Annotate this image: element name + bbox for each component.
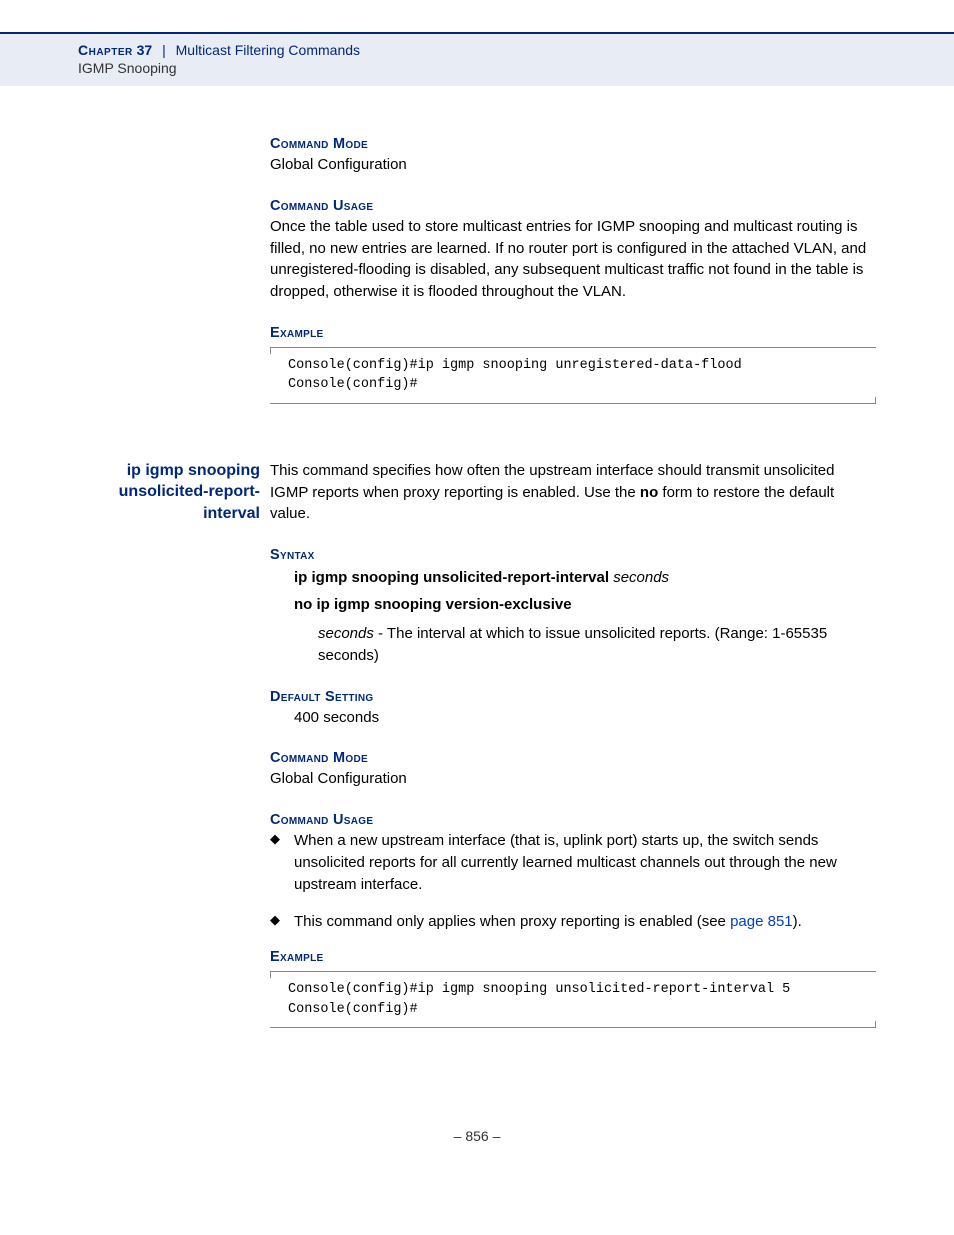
default-setting-heading: Default Setting bbox=[270, 689, 876, 705]
bullet2-a: This command only applies when proxy rep… bbox=[294, 913, 730, 930]
command-mode-text: Global Configuration bbox=[270, 154, 876, 176]
code-example: Console(config)#ip igmp snooping unregis… bbox=[270, 347, 876, 404]
syntax-cmd: ip igmp snooping unsolicited-report-inte… bbox=[294, 569, 613, 586]
syntax-heading: Syntax bbox=[270, 547, 876, 563]
chapter-title: Multicast Filtering Commands bbox=[176, 42, 360, 58]
code-example-2: Console(config)#ip igmp snooping unsolic… bbox=[270, 971, 876, 1028]
command-mode-text-2: Global Configuration bbox=[270, 768, 876, 790]
command-mode-heading: Command Mode bbox=[270, 136, 876, 152]
chapter-line: Chapter 37 | Multicast Filtering Command… bbox=[78, 42, 954, 58]
command-intro: This command specifies how often the ups… bbox=[270, 460, 876, 525]
syntax-line-2: no ip igmp snooping version-exclusive bbox=[294, 596, 876, 613]
param-desc: - The interval at which to issue unsolic… bbox=[318, 625, 827, 664]
page-header: Chapter 37 | Multicast Filtering Command… bbox=[0, 32, 954, 86]
intro-no-keyword: no bbox=[640, 484, 658, 501]
command-name-heading: ip igmp snooping unsolicited-report-inte… bbox=[78, 460, 260, 525]
chapter-number: 37 bbox=[137, 42, 153, 58]
command-usage-text: Once the table used to store multicast e… bbox=[270, 216, 876, 303]
bullet2-b: ). bbox=[793, 913, 802, 930]
syntax-line-1: ip igmp snooping unsolicited-report-inte… bbox=[294, 569, 876, 586]
bullet-icon: ◆ bbox=[270, 830, 294, 895]
usage-bullet-1: ◆ When a new upstream interface (that is… bbox=[270, 830, 876, 895]
chapter-separator: | bbox=[162, 42, 166, 58]
usage-bullet-2: ◆ This command only applies when proxy r… bbox=[270, 911, 876, 933]
code-line: Console(config)# bbox=[288, 1000, 876, 1020]
param-name: seconds bbox=[318, 625, 374, 642]
page-link[interactable]: page 851 bbox=[730, 913, 793, 930]
page-footer: – 856 – bbox=[0, 1128, 954, 1164]
example-heading: Example bbox=[270, 325, 876, 341]
code-line: Console(config)#ip igmp snooping unregis… bbox=[288, 356, 876, 376]
default-setting-text: 400 seconds bbox=[294, 707, 876, 729]
example-heading-2: Example bbox=[270, 949, 876, 965]
code-line: Console(config)#ip igmp snooping unsolic… bbox=[288, 980, 876, 1000]
code-line: Console(config)# bbox=[288, 375, 876, 395]
syntax-param: seconds bbox=[613, 569, 669, 586]
command-usage-heading: Command Usage bbox=[270, 198, 876, 214]
chapter-word: Chapter bbox=[78, 42, 133, 58]
command-mode-heading-2: Command Mode bbox=[270, 750, 876, 766]
command-usage-heading-2: Command Usage bbox=[270, 812, 876, 828]
bullet-text: This command only applies when proxy rep… bbox=[294, 911, 876, 933]
syntax-param-desc: seconds - The interval at which to issue… bbox=[318, 623, 876, 667]
bullet-icon: ◆ bbox=[270, 911, 294, 933]
chapter-subtitle: IGMP Snooping bbox=[78, 60, 954, 76]
bullet-text: When a new upstream interface (that is, … bbox=[294, 830, 876, 895]
page-content: Command Mode Global Configuration Comman… bbox=[0, 86, 954, 1028]
